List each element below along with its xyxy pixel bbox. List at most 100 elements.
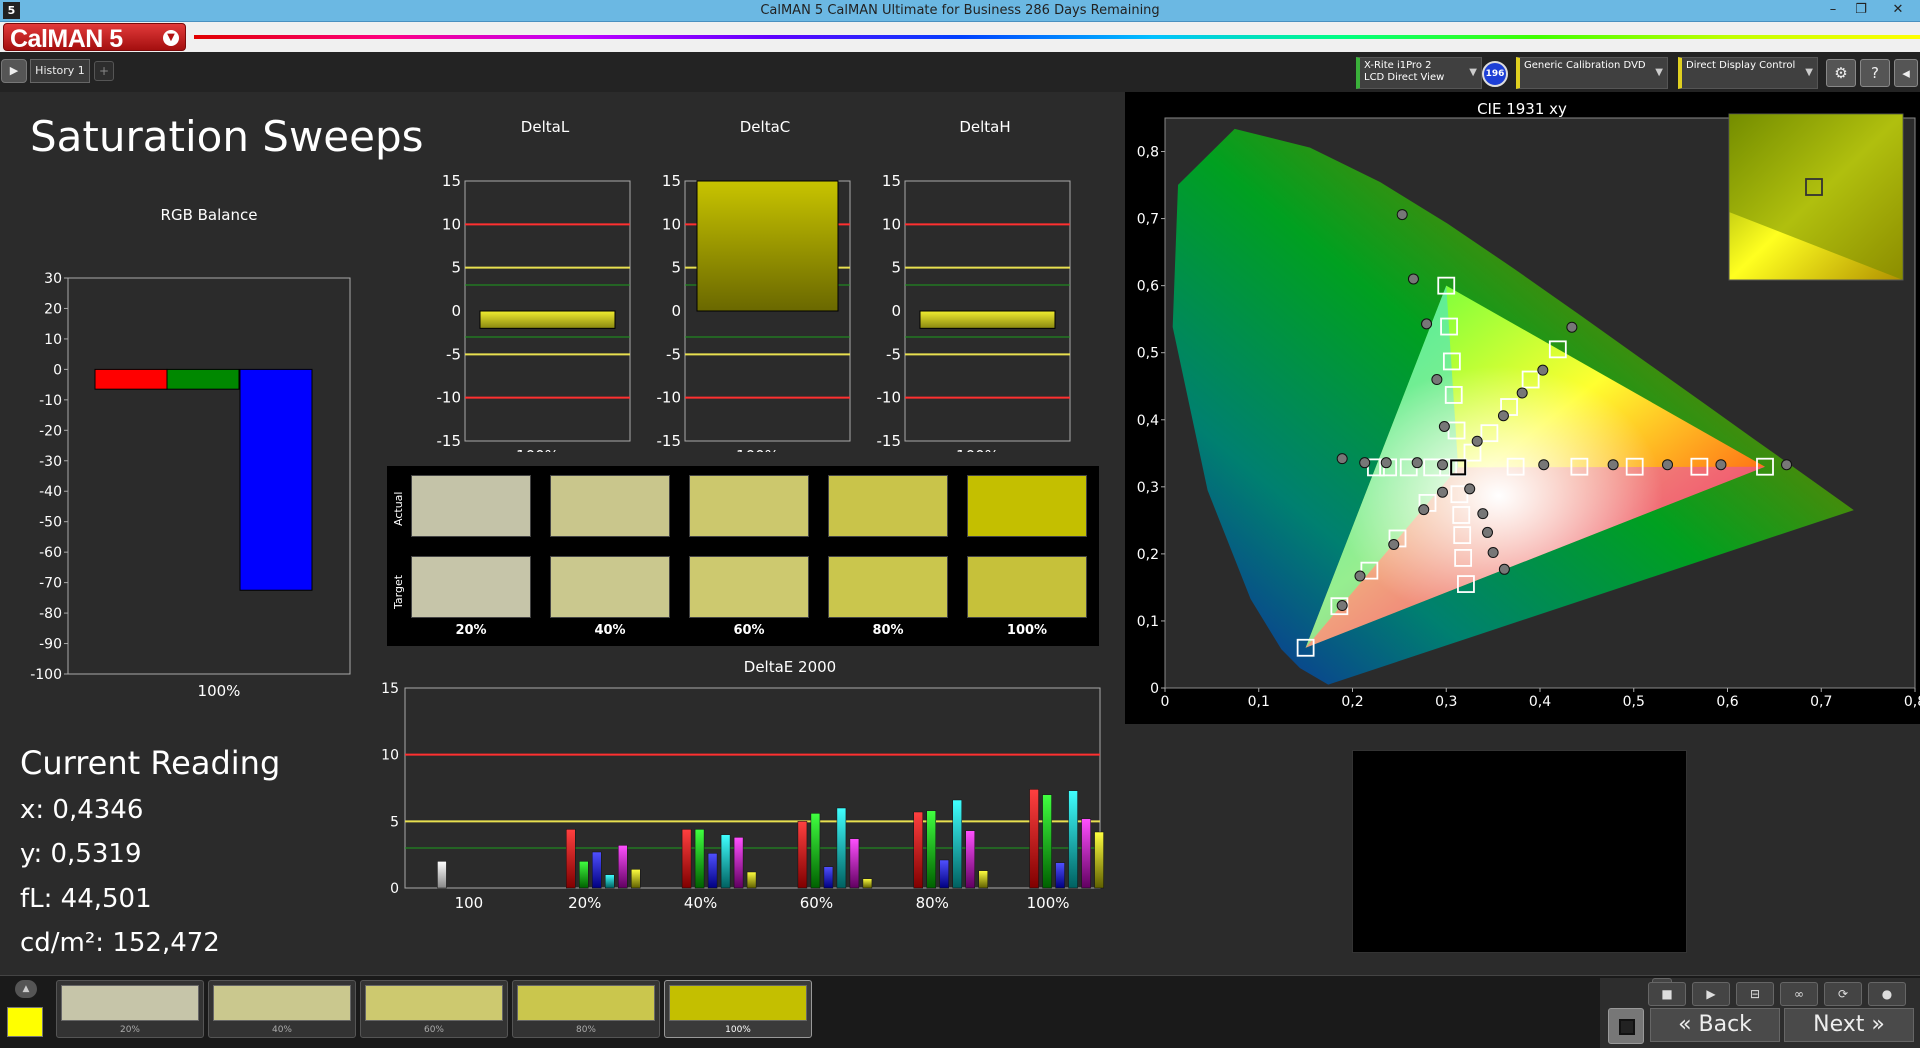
delta-bar [919, 310, 1056, 329]
gear-icon: ⚙ [1834, 64, 1848, 82]
chevron-down-icon: ▼ [1469, 67, 1477, 78]
step-tile-20pct[interactable]: 20% [56, 980, 204, 1038]
help-icon: ? [1871, 64, 1879, 82]
deltae-bar-red [681, 829, 692, 889]
deltae-bar-magenta [965, 830, 975, 889]
swatch-actual [967, 475, 1087, 537]
cie-title: CIE 1931 xy [1477, 100, 1567, 118]
measured-point [1407, 273, 1419, 285]
swatch-label: 60% [733, 623, 765, 638]
display-selector[interactable]: Direct Display Control ▼ [1678, 57, 1818, 89]
measured-point [1482, 526, 1493, 538]
display-name: Direct Display Control [1686, 60, 1796, 71]
chevron-down-icon: ▼ [1805, 67, 1813, 78]
deltae-bar-blue [1055, 862, 1065, 889]
double-chevron-right-icon: » [1864, 1012, 1885, 1037]
deltae-bar-cyan [720, 834, 731, 889]
record-icon[interactable]: ● [1868, 982, 1906, 1006]
play-icon[interactable]: ▶ [1692, 982, 1730, 1006]
step-tile-100pct[interactable]: 100% [664, 980, 812, 1038]
meter-name: X-Rite i1Pro 2 [1364, 60, 1432, 71]
measured-point [1607, 459, 1619, 471]
swatch-label: 40% [594, 623, 626, 638]
swatch-target [689, 556, 809, 618]
step-tile-60pct[interactable]: 60% [360, 980, 508, 1038]
chevron-down-icon: ▼ [1655, 67, 1663, 78]
calman-logo-menu[interactable]: CalMAN 5 ▼ [3, 23, 186, 53]
deltae-bar-cyan [836, 807, 847, 889]
y-tick-label: -5 [446, 345, 461, 363]
meter-mode: LCD Direct View [1364, 72, 1445, 83]
y-tick-label: 0,2 [1137, 547, 1159, 563]
minimize-button[interactable]: – [1820, 1, 1846, 19]
measured-point [1487, 547, 1499, 559]
swatch-label: 100% [1006, 623, 1048, 638]
measured-point [1359, 457, 1371, 469]
measured-point [1566, 321, 1578, 333]
add-tab-button[interactable]: + [94, 61, 114, 81]
x-label: 100% [516, 447, 559, 452]
deltae-bar-red [797, 821, 808, 889]
plot-area [404, 687, 1101, 889]
deltae-bar-green [1042, 794, 1052, 889]
deltah-chart: 15 10 5 0 -5 -10 -15 100% [877, 172, 1071, 452]
current-color-swatch [7, 1007, 43, 1037]
tab-history-1[interactable]: History 1 [30, 59, 90, 83]
settings-button[interactable]: ⚙ [1826, 59, 1856, 87]
read-icon[interactable]: ⊟ [1736, 982, 1774, 1006]
y-tick-label: 0,8 [1137, 145, 1159, 161]
swatch-target [967, 556, 1087, 618]
step-tile-80pct[interactable]: 80% [512, 980, 660, 1038]
measured-point [1538, 459, 1550, 471]
measured-point [1354, 570, 1366, 582]
close-button[interactable]: ✕ [1878, 1, 1918, 19]
restore-button[interactable]: ❐ [1848, 1, 1874, 19]
next-label: Next [1813, 1012, 1865, 1037]
measured-point [1411, 457, 1423, 469]
back-button[interactable]: « Back [1650, 1008, 1780, 1042]
expand-button[interactable]: ◂ [1894, 59, 1918, 87]
next-button[interactable]: Next » [1784, 1008, 1914, 1042]
refresh-icon[interactable]: ⟳ [1824, 982, 1862, 1006]
play-icon[interactable]: ▶ [1, 59, 27, 83]
y-tick-label: -10 [657, 389, 682, 407]
deltae-bar-blue [939, 859, 949, 889]
y-tick-label: 5 [891, 259, 901, 277]
y-tick-label: 15 [662, 172, 681, 190]
deltae-bar-cyan [605, 874, 615, 889]
deltae-bar-green [926, 810, 936, 889]
meter-selector[interactable]: X-Rite i1Pro 2 LCD Direct View ▼ [1356, 57, 1482, 89]
measured-point [1437, 459, 1448, 471]
stop-button[interactable] [1608, 1008, 1644, 1044]
y-tick-label: 0,4 [1137, 413, 1159, 429]
step-tile-swatch [517, 985, 655, 1021]
source-selector[interactable]: Generic Calibration DVD ▼ [1516, 57, 1668, 89]
step-tile-40pct[interactable]: 40% [208, 980, 356, 1038]
double-chevron-left-icon: « [1678, 1012, 1699, 1037]
y-tick-label: 0,3 [1137, 480, 1159, 496]
y-tick-label: 0,7 [1137, 212, 1159, 228]
x-tick-label: 0,2 [1341, 694, 1363, 710]
loop-icon[interactable]: ∞ [1780, 982, 1818, 1006]
deltae-bar-magenta [618, 845, 628, 889]
swatch-label: 20% [455, 623, 487, 638]
stop-icon[interactable]: ■ [1648, 982, 1686, 1006]
deltae-bar-yellow [978, 870, 988, 889]
help-button[interactable]: ? [1860, 59, 1890, 87]
swatch-target [828, 556, 948, 618]
meter-badge[interactable]: 196 [1482, 61, 1508, 87]
current-reading-title: Current Reading [20, 744, 281, 782]
measured-point [1471, 435, 1483, 447]
y-tick-label: -10 [39, 393, 62, 409]
y-tick-label: 0,6 [1137, 279, 1159, 295]
deltae-bar-yellow [746, 871, 757, 889]
deltae-bar-blue [592, 851, 602, 889]
measured-point [1388, 538, 1400, 550]
chevron-up-icon[interactable]: ▲ [15, 980, 37, 998]
cie-1931-chart: CIE 1931 xy 0 0,1 0,2 0,3 0,4 0,5 0,6 0,7 0,8 0 0,… [1137, 100, 1920, 710]
y-tick-label: -15 [437, 432, 462, 450]
bottom-bar: ▲ 20% 40% 60% 80% 100% ▲ ■ ▶ ⊟ ∞ ⟳ ● « Back … [0, 975, 1920, 1048]
y-tick-label: 5 [671, 259, 681, 277]
row-label-actual: Actual [392, 491, 405, 526]
y-tick-label: 30 [44, 271, 62, 287]
